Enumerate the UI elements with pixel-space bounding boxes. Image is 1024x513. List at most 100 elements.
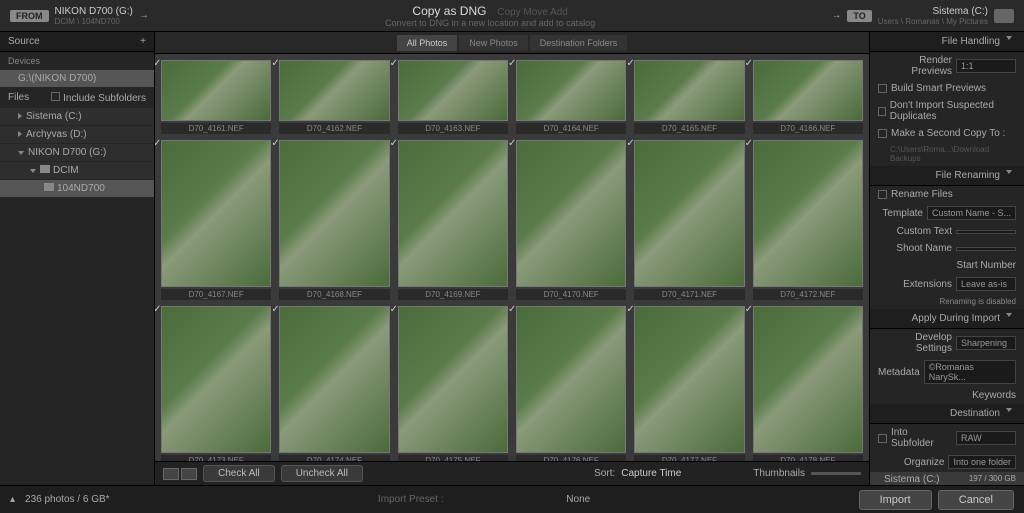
expand-icon[interactable]: ▴ (10, 494, 15, 505)
develop-settings-select[interactable]: Sharpening (956, 336, 1016, 350)
destination-title[interactable]: Destination (950, 408, 1000, 419)
thumbnail-cell[interactable]: ✓D70_4176.NEF (516, 306, 626, 461)
arrow-right-icon: → (139, 10, 149, 21)
file-handling-title[interactable]: File Handling (942, 36, 1000, 47)
import-button[interactable]: Import (859, 490, 932, 510)
tab-destination[interactable]: Destination Folders (530, 35, 628, 51)
import-actions[interactable]: Copy Move Add (497, 7, 568, 18)
folder-item-selected[interactable]: 104ND700 (0, 180, 154, 197)
thumbnail-cell[interactable]: ✓D70_4168.NEF (279, 140, 389, 300)
organize-select[interactable]: Into one folder (948, 455, 1016, 469)
check-all-button[interactable]: Check All (203, 465, 275, 482)
thumbnail-image[interactable] (516, 306, 626, 453)
thumbnail-cell[interactable]: ✓D70_4162.NEF (279, 60, 389, 134)
thumbnail-image[interactable] (398, 306, 508, 453)
thumbnail-cell[interactable]: ✓D70_4167.NEF (161, 140, 271, 300)
import-mode-title[interactable]: Copy as DNG (412, 4, 486, 18)
build-smart-checkbox[interactable] (878, 84, 887, 93)
thumbnail-image[interactable] (398, 140, 508, 287)
into-subfolder-checkbox[interactable] (878, 434, 887, 443)
thumbnail-cell[interactable]: ✓D70_4170.NEF (516, 140, 626, 300)
thumbnail-filename: D70_4178.NEF (753, 455, 863, 461)
dest-drive[interactable]: Sistema (C:)197 / 300 GB (870, 472, 1024, 485)
tab-new-photos[interactable]: New Photos (459, 35, 528, 51)
template-select[interactable]: Custom Name - S... (927, 206, 1016, 220)
loupe-view-icon[interactable] (181, 468, 197, 480)
drive-icon (994, 9, 1014, 23)
plus-icon[interactable]: + (140, 36, 146, 47)
thumbnail-cell[interactable]: ✓D70_4173.NEF (161, 306, 271, 461)
extensions-select[interactable]: Leave as-is (956, 277, 1016, 291)
import-subtitle: Convert to DNG in a new location and add… (149, 18, 832, 28)
thumbnail-cell[interactable]: ✓D70_4174.NEF (279, 306, 389, 461)
shoot-name-input[interactable] (956, 247, 1016, 251)
thumbnail-image[interactable] (398, 60, 508, 121)
drive-item[interactable]: Archyvas (D:) (0, 126, 154, 143)
thumbnail-image[interactable] (279, 60, 389, 121)
thumbnail-cell[interactable]: ✓D70_4175.NEF (398, 306, 508, 461)
sort-label: Sort: (594, 468, 615, 479)
thumbnail-filename: D70_4174.NEF (279, 455, 389, 461)
thumbnail-image[interactable] (634, 306, 744, 453)
thumbnail-cell[interactable]: ✓D70_4163.NEF (398, 60, 508, 134)
rename-files-checkbox[interactable] (878, 190, 887, 199)
thumbnail-filename: D70_4175.NEF (398, 455, 508, 461)
thumbnail-cell[interactable]: ✓D70_4171.NEF (634, 140, 744, 300)
thumbnail-image[interactable] (161, 140, 271, 287)
cancel-button[interactable]: Cancel (938, 490, 1014, 510)
thumbnail-image[interactable] (634, 140, 744, 287)
thumbnail-size-slider[interactable] (811, 472, 861, 475)
thumbnail-cell[interactable]: ✓D70_4177.NEF (634, 306, 744, 461)
grid-view-icon[interactable] (163, 468, 179, 480)
custom-text-input[interactable] (956, 230, 1016, 234)
second-copy-checkbox[interactable] (878, 129, 887, 138)
device-item[interactable]: G:\(NIKON D700) (0, 70, 154, 87)
thumbnail-image[interactable] (279, 140, 389, 287)
sort-value[interactable]: Capture Time (621, 468, 681, 479)
drive-item[interactable]: Sistema (C:) (0, 108, 154, 125)
render-previews-select[interactable]: 1:1 (956, 59, 1016, 73)
thumbnail-image[interactable] (634, 60, 744, 121)
thumbnail-cell[interactable]: ✓D70_4169.NEF (398, 140, 508, 300)
thumbnails-label: Thumbnails (753, 468, 805, 479)
thumbnail-filename: D70_4162.NEF (279, 123, 389, 134)
uncheck-all-button[interactable]: Uncheck All (281, 465, 363, 482)
from-path: DCIM \ 104ND700 (55, 17, 133, 26)
thumbnail-filename: D70_4169.NEF (398, 289, 508, 300)
thumbnail-cell[interactable]: ✓D70_4166.NEF (753, 60, 863, 134)
from-device: NIKON D700 (G:) (55, 6, 133, 17)
footer-bar: ▴ 236 photos / 6 GB* Import Preset : Non… (0, 485, 1024, 513)
drive-item[interactable]: NIKON D700 (G:) (0, 144, 154, 161)
to-device: Sistema (C:) (878, 6, 988, 17)
thumbnail-cell[interactable]: ✓D70_4178.NEF (753, 306, 863, 461)
apply-during-import-title[interactable]: Apply During Import (912, 313, 1000, 324)
thumbnail-image[interactable] (161, 306, 271, 453)
thumbnail-image[interactable] (516, 140, 626, 287)
no-duplicates-checkbox[interactable] (878, 107, 886, 116)
thumbnail-cell[interactable]: ✓D70_4164.NEF (516, 60, 626, 134)
thumbnail-image[interactable] (753, 306, 863, 453)
thumbnail-filename: D70_4164.NEF (516, 123, 626, 134)
to-path: Users \ Romanas \ My Pictures (878, 17, 988, 26)
thumbnail-image[interactable] (516, 60, 626, 121)
subfolder-input[interactable]: RAW (956, 431, 1016, 445)
folder-item[interactable]: DCIM (0, 162, 154, 179)
thumbnail-filename: D70_4166.NEF (753, 123, 863, 134)
thumbnail-image[interactable] (161, 60, 271, 121)
thumbnail-image[interactable] (753, 140, 863, 287)
metadata-select[interactable]: ©Romanas NarySk... (924, 360, 1016, 384)
devices-label: Devices (0, 52, 154, 70)
thumbnail-cell[interactable]: ✓D70_4161.NEF (161, 60, 271, 134)
thumbnail-image[interactable] (279, 306, 389, 453)
tab-bar: All Photos New Photos Destination Folder… (155, 32, 869, 54)
thumbnail-filename: D70_4168.NEF (279, 289, 389, 300)
thumbnail-filename: D70_4163.NEF (398, 123, 508, 134)
thumbnail-cell[interactable]: ✓D70_4172.NEF (753, 140, 863, 300)
preset-value[interactable]: None (566, 494, 590, 505)
thumbnail-filename: D70_4172.NEF (753, 289, 863, 300)
tab-all-photos[interactable]: All Photos (397, 35, 458, 51)
thumbnail-cell[interactable]: ✓D70_4165.NEF (634, 60, 744, 134)
file-renaming-title[interactable]: File Renaming (936, 170, 1000, 181)
include-subfolders-checkbox[interactable] (51, 92, 60, 101)
thumbnail-image[interactable] (753, 60, 863, 121)
